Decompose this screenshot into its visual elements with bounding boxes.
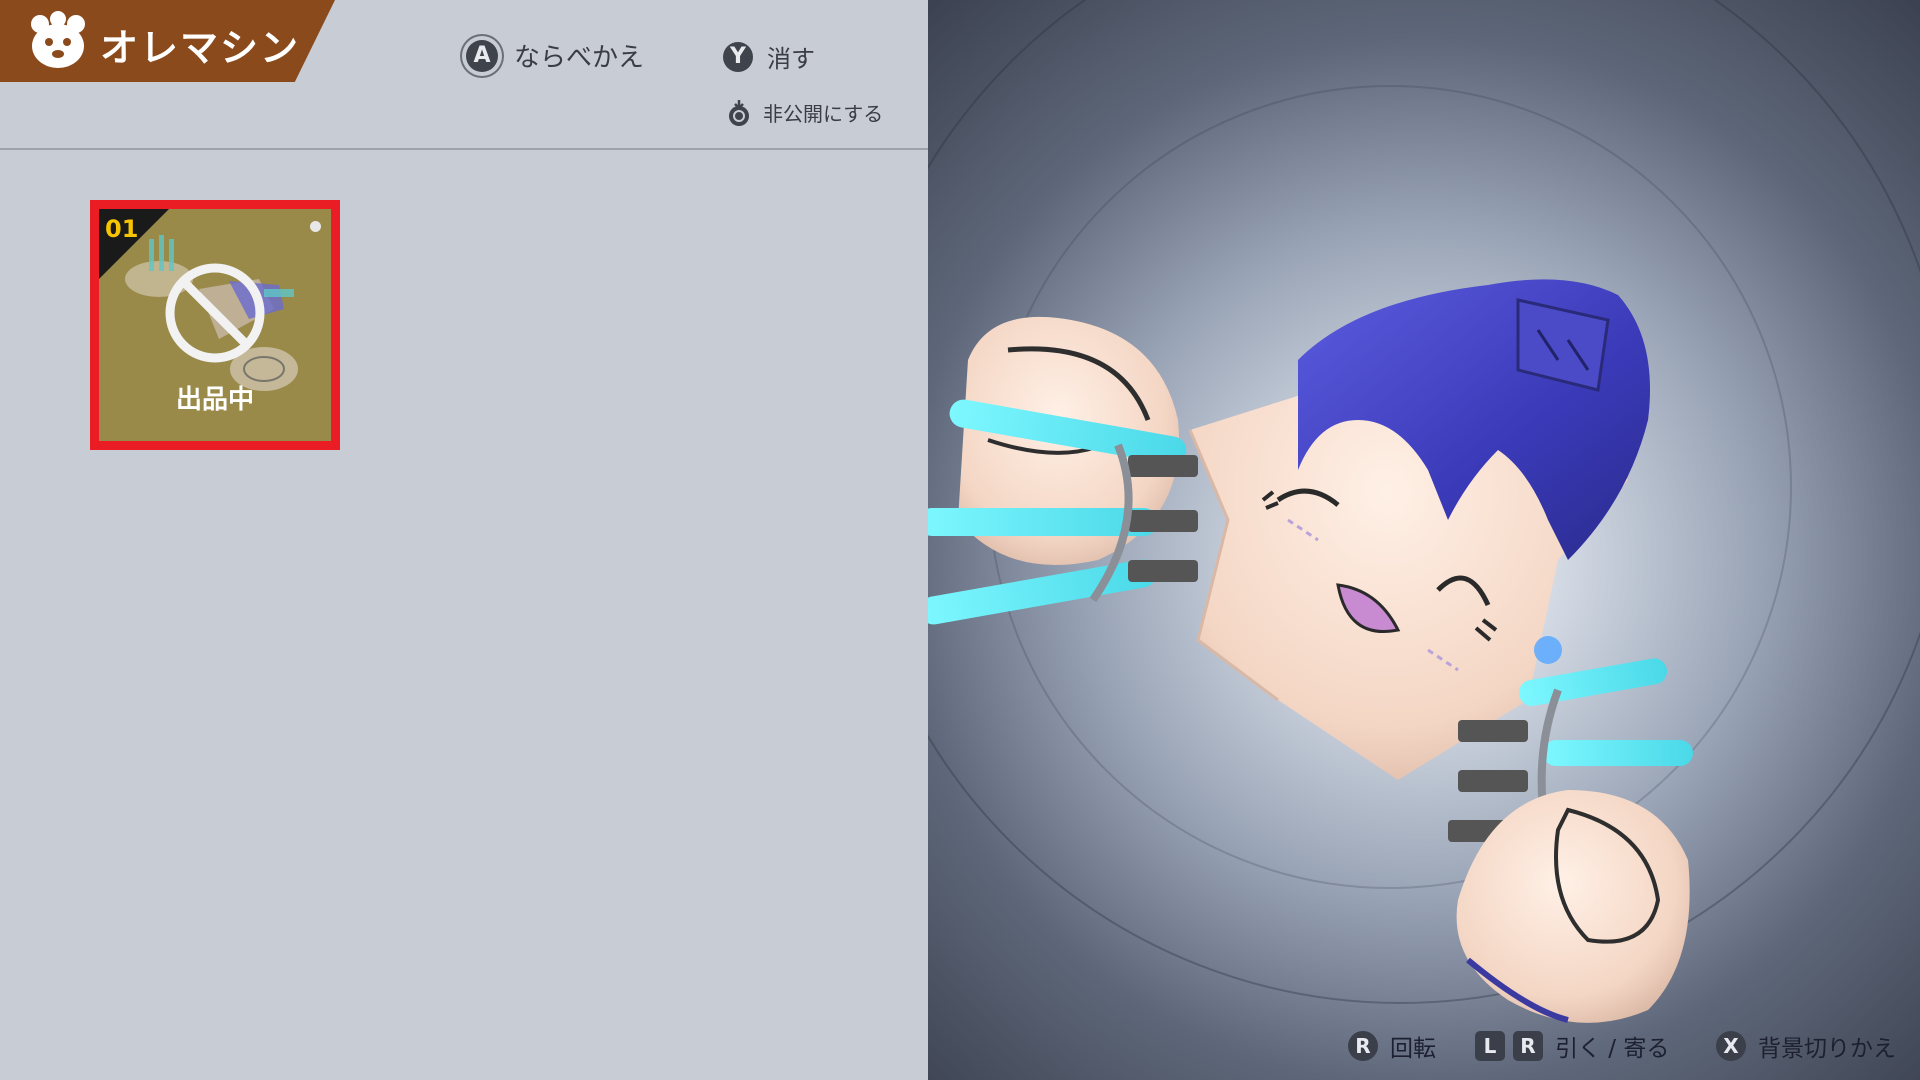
background-label: 背景切りかえ	[1758, 1036, 1896, 1062]
r-button-icon: R	[1513, 1031, 1543, 1061]
y-button-icon: Y	[723, 41, 753, 72]
zoom-label: 引く / 寄る	[1555, 1036, 1670, 1062]
page-title: オレマシン	[100, 26, 301, 70]
r-stick-icon: R	[1348, 1031, 1378, 1061]
sort-label: ならべかえ	[514, 43, 645, 73]
sort-hint[interactable]: A ならべかえ	[466, 37, 644, 74]
stick-press-icon	[729, 99, 749, 126]
card-number: 01	[105, 215, 139, 243]
machine-model	[928, 279, 1693, 1023]
listing-status: 出品中	[175, 385, 254, 415]
rotate-label: 回転	[1390, 1036, 1436, 1062]
x-button-icon: X	[1716, 1031, 1746, 1061]
delete-hint[interactable]: Y 消す	[723, 39, 815, 74]
item-list-panel: オレマシン A ならべかえ Y 消す 非公開にする 01 出品中	[0, 0, 928, 1080]
header-divider	[0, 148, 928, 150]
machine-3d-viewer[interactable]: R 回転 L R 引く / 寄る X 背景切りかえ	[928, 0, 1920, 1080]
zoom-hint[interactable]: L R 引く / 寄る	[1475, 1029, 1669, 1063]
private-label: 非公開にする	[763, 102, 884, 126]
background-hint[interactable]: X 背景切りかえ	[1716, 1029, 1896, 1063]
private-hint[interactable]: 非公開にする	[727, 98, 883, 127]
card-status-dot	[310, 221, 321, 232]
rotate-hint[interactable]: R 回転	[1348, 1029, 1436, 1063]
no-entry-icon	[165, 263, 265, 363]
delete-label: 消す	[767, 45, 815, 73]
l-button-icon: L	[1475, 1031, 1505, 1061]
mascot-face-icon	[31, 11, 85, 68]
machine-card[interactable]: 01 出品中	[90, 200, 340, 450]
a-button-icon: A	[466, 39, 498, 72]
machine-thumbnail: 01 出品中	[99, 209, 331, 441]
